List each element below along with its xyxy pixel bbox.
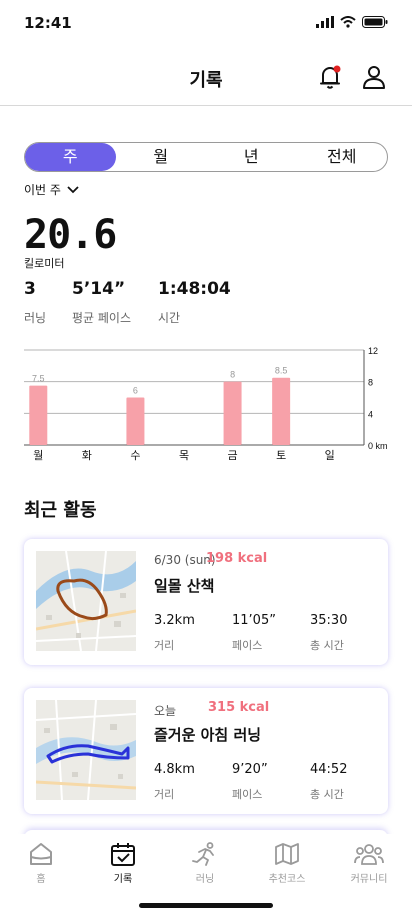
notification-button[interactable]	[316, 63, 344, 91]
activity-kcal: 315 kcal	[208, 700, 270, 715]
nav-records[interactable]: 기록	[88, 842, 158, 885]
battery-icon	[362, 16, 388, 28]
user-icon	[363, 66, 385, 89]
nav-courses-label: 추천코스	[268, 874, 306, 885]
chart-bar	[223, 381, 242, 445]
signal-icon	[316, 16, 334, 28]
activity-duration-label: 총 시간	[310, 639, 344, 652]
chart-data-label: 7.5	[32, 374, 45, 384]
total-time-value: 1:48:04	[158, 279, 231, 299]
chart-data-label: 6	[133, 386, 138, 396]
avg-pace-value: 5’14”	[72, 279, 126, 299]
chart-y-tick-label: 12	[368, 346, 378, 356]
app-header: 기록	[0, 48, 412, 106]
status-time: 12:41	[24, 14, 72, 32]
activity-title: 일몰 산책	[154, 577, 215, 595]
home-indicator	[139, 903, 273, 908]
page-title: 기록	[189, 70, 223, 91]
chart-x-tick-label: 목	[179, 449, 189, 462]
tab-month[interactable]: 월	[116, 143, 207, 171]
distance-unit: 킬로미터	[24, 257, 65, 270]
nav-running-label: 러닝	[195, 874, 215, 885]
run-count-label: 러닝	[24, 311, 47, 325]
activity-date: 오늘	[154, 704, 177, 718]
tab-year[interactable]: 년	[206, 143, 297, 171]
chart-x-tick-label: 토	[276, 450, 286, 462]
chart-bar	[126, 397, 145, 445]
activity-duration: 35:30	[310, 613, 348, 628]
nav-community-label: 커뮤니티	[350, 874, 388, 885]
recent-activity-title: 최근 활동	[24, 500, 97, 521]
chevron-down-icon	[67, 185, 79, 193]
activity-pace-label: 페이스	[232, 788, 263, 801]
nav-courses[interactable]: 추천코스	[252, 842, 322, 885]
avg-pace-label: 평균 페이스	[72, 311, 132, 325]
activity-distance-label: 거리	[154, 639, 175, 652]
wifi-icon	[340, 16, 356, 28]
map-icon	[275, 843, 299, 865]
activity-distance: 3.2km	[154, 613, 195, 628]
activity-pace: 9’20”	[232, 762, 268, 777]
nav-home-label: 홈	[36, 874, 46, 885]
period-tabs: 주 월 년 전체	[24, 142, 388, 172]
activity-kcal: 198 kcal	[206, 551, 268, 566]
total-time-label: 시간	[158, 311, 181, 325]
calendar-icon	[111, 843, 135, 866]
activity-card[interactable]: 오늘 315 kcal 즐거운 아침 러닝 4.8km 9’20” 44:52 …	[24, 688, 388, 814]
chart-x-tick-label: 일	[325, 448, 335, 462]
nav-community[interactable]: 커뮤니티	[334, 842, 404, 885]
runner-icon	[192, 842, 214, 866]
total-distance: 20.6	[24, 212, 117, 258]
bell-icon	[320, 65, 341, 89]
chart-x-tick-label: 수	[130, 449, 140, 462]
route-map	[36, 551, 136, 651]
status-icons	[316, 16, 388, 28]
chart-bar	[29, 385, 48, 445]
run-count-value: 3	[24, 279, 36, 299]
chart-data-label: 8.5	[275, 366, 288, 376]
activity-card[interactable]: 6/30 (sun) 198 kcal 일몰 산책 3.2km 11’05” 3…	[24, 539, 388, 665]
chart-y-tick-label: 4	[368, 409, 373, 419]
activity-distance: 4.8km	[154, 762, 195, 777]
weekly-distance-chart: 12 8 4 0 km 7.5 월 화 6 수 목 8 금 8.5 토 일	[24, 340, 404, 466]
activity-pace-label: 페이스	[232, 639, 263, 652]
profile-button[interactable]	[360, 63, 388, 91]
chart-bar	[272, 377, 291, 445]
activity-duration: 44:52	[310, 762, 348, 777]
activity-title: 즐거운 아침 러닝	[154, 726, 262, 744]
people-icon	[354, 844, 384, 865]
activity-duration-label: 총 시간	[310, 788, 344, 801]
nav-home[interactable]: 홈	[6, 842, 76, 885]
tab-week[interactable]: 주	[25, 143, 116, 171]
chart-x-tick-label: 금	[228, 450, 238, 462]
nav-records-label: 기록	[113, 874, 133, 885]
route-map	[36, 700, 136, 800]
chart-x-tick-label: 월	[33, 449, 43, 462]
status-bar: 12:41	[0, 0, 412, 48]
tab-all[interactable]: 전체	[297, 143, 388, 171]
nav-running[interactable]: 러닝	[170, 842, 240, 885]
activity-pace: 11’05”	[232, 613, 276, 628]
chart-x-tick-label: 화	[82, 449, 92, 462]
range-dropdown[interactable]: 이번 주	[24, 181, 79, 198]
activity-distance-label: 거리	[154, 788, 175, 801]
range-dropdown-value: 이번 주	[24, 183, 61, 197]
chart-data-label: 8	[230, 370, 235, 380]
home-icon	[30, 843, 52, 865]
chart-y-tick-label: 0 km	[368, 441, 388, 451]
chart-y-tick-label: 8	[368, 378, 373, 388]
